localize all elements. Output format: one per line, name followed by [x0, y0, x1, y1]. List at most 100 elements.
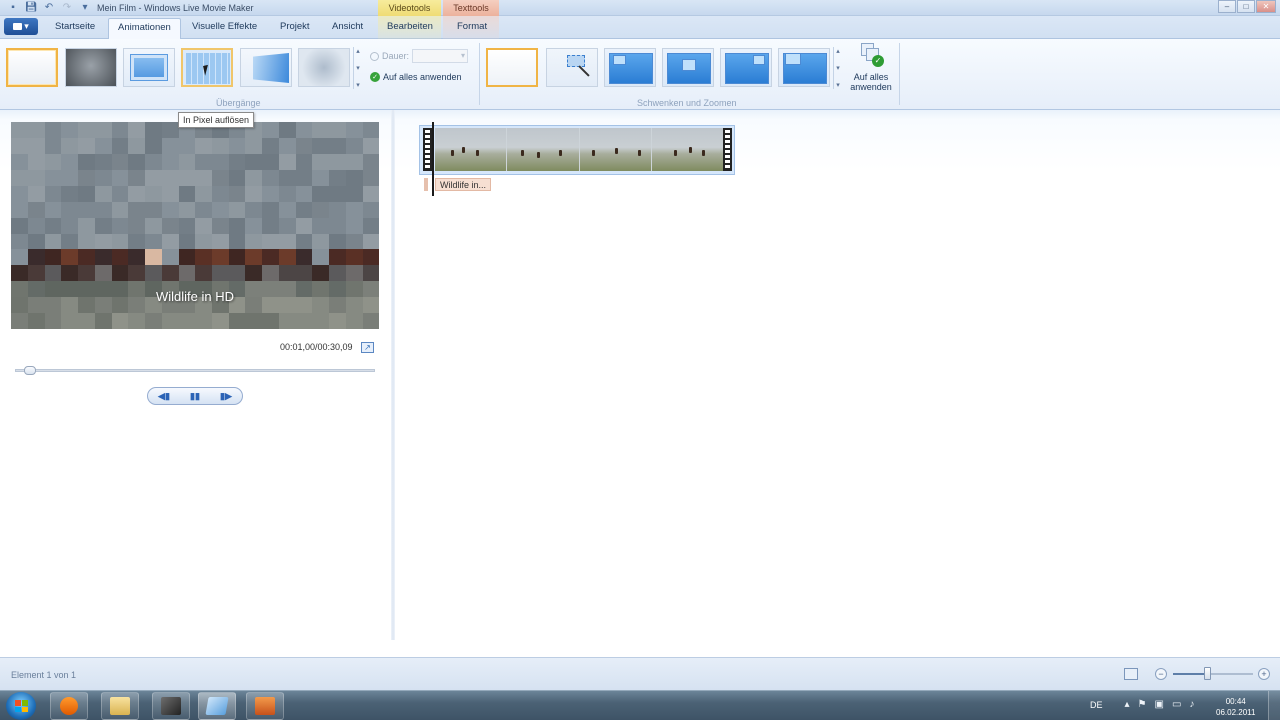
- scroll-up-icon[interactable]: ▴: [356, 47, 360, 55]
- taskbar-explorer[interactable]: [101, 692, 139, 720]
- taskbar-office[interactable]: [246, 692, 284, 720]
- video-pixel-block: [94, 201, 112, 218]
- video-pixel-block: [261, 265, 279, 282]
- printer-icon[interactable]: ▣: [1155, 699, 1164, 710]
- taskbar-movie-maker[interactable]: [152, 692, 190, 720]
- transition-page-curl[interactable]: [240, 48, 292, 87]
- video-pixel-block: [178, 137, 196, 154]
- video-pixel-block: [44, 153, 62, 170]
- video-pixel-block: [195, 313, 212, 329]
- video-pixel-block: [144, 153, 162, 170]
- show-hidden-icons[interactable]: ▴: [1125, 699, 1130, 710]
- tab-bearbeiten[interactable]: Bearbeiten: [387, 21, 433, 32]
- volume-icon[interactable]: ♪: [1189, 699, 1194, 710]
- panzoom-none[interactable]: [486, 48, 538, 87]
- clock[interactable]: 00:44 06.02.2011: [1216, 696, 1255, 718]
- seek-thumb[interactable]: [23, 366, 36, 375]
- app-icon[interactable]: ▪: [6, 1, 20, 14]
- pane-splitter[interactable]: [391, 110, 395, 640]
- caption-chip[interactable]: Wildlife in...: [435, 178, 492, 191]
- transitions-apply-all-button[interactable]: ✓ Auf alles anwenden: [370, 72, 462, 82]
- panzoom-zoom-in[interactable]: [662, 48, 714, 87]
- save-icon[interactable]: 💾︎: [24, 1, 38, 14]
- playhead[interactable]: [432, 122, 434, 196]
- video-pixel-block: [44, 217, 62, 234]
- tab-startseite[interactable]: Startseite: [55, 21, 95, 32]
- tab-visuelle-effekte[interactable]: Visuelle Effekte: [192, 21, 257, 32]
- zoom-out-button[interactable]: −: [1155, 668, 1167, 680]
- pz-gallery-more-icon[interactable]: ▾: [836, 81, 840, 89]
- minimize-button[interactable]: –: [1218, 0, 1236, 13]
- auto-panzoom-icon: [567, 55, 585, 67]
- panzoom-apply-all-button[interactable]: ✓ Auf alles anwenden: [846, 43, 896, 92]
- zoom-in-button[interactable]: +: [1258, 668, 1270, 680]
- transition-pixelate[interactable]: [181, 48, 233, 87]
- video-pixel-block: [44, 122, 62, 138]
- video-pixel-block: [245, 185, 263, 202]
- next-frame-button[interactable]: ▮▶: [220, 391, 232, 402]
- video-preview[interactable]: Wildlife in HD: [11, 122, 379, 329]
- panzoom-zoom-out[interactable]: [778, 48, 830, 87]
- panzoom-gallery-scroll[interactable]: ▴ ▾ ▾: [833, 47, 842, 89]
- video-pixel-block: [328, 265, 346, 282]
- language-indicator[interactable]: DE: [1090, 700, 1103, 710]
- panzoom-auto[interactable]: [546, 48, 598, 87]
- transition-box[interactable]: [123, 48, 175, 87]
- action-center-icon[interactable]: ⚑: [1138, 699, 1147, 710]
- panzoom-pan-right[interactable]: [720, 48, 772, 87]
- fullscreen-icon[interactable]: ↗: [361, 342, 374, 353]
- tab-ansicht[interactable]: Ansicht: [332, 21, 363, 32]
- redo-icon[interactable]: ↷: [60, 1, 74, 14]
- video-pixel-block: [228, 153, 246, 170]
- video-pixel-block: [94, 217, 112, 234]
- video-pixel-block: [278, 137, 296, 154]
- video-pixel-block: [27, 265, 45, 282]
- previous-frame-button[interactable]: ◀▮: [158, 391, 170, 402]
- app-menu-button[interactable]: ▾: [4, 18, 38, 35]
- pz-scroll-down-icon[interactable]: ▾: [836, 64, 840, 72]
- video-pixel-block: [228, 249, 246, 266]
- tab-animationen[interactable]: Animationen: [108, 18, 181, 40]
- video-pixel-block: [312, 169, 330, 186]
- taskbar-active-window[interactable]: [198, 692, 236, 720]
- video-pixel-block: [195, 249, 212, 266]
- seek-bar[interactable]: [15, 369, 375, 372]
- pause-button[interactable]: ▮▮: [190, 391, 200, 402]
- video-pixel-block: [312, 265, 330, 282]
- tab-format[interactable]: Format: [457, 21, 487, 32]
- video-pixel-block: [144, 185, 162, 202]
- video-pixel-block: [11, 122, 28, 138]
- transitions-gallery-scroll[interactable]: ▴ ▾ ▾: [353, 47, 362, 89]
- panzoom-pan-up[interactable]: [604, 48, 656, 87]
- zoom-slider-thumb[interactable]: [1203, 667, 1211, 680]
- video-pixel-block: [128, 249, 146, 266]
- pan-right-target-icon: [753, 55, 765, 65]
- close-button[interactable]: ✕: [1256, 0, 1276, 13]
- video-pixel-block: [11, 153, 28, 170]
- video-pixel-block: [278, 249, 296, 266]
- customize-qat-icon[interactable]: ▾: [78, 1, 92, 14]
- timeline-clip[interactable]: [419, 125, 735, 175]
- maximize-button[interactable]: □: [1237, 0, 1255, 13]
- transition-blur[interactable]: [298, 48, 350, 87]
- thumbnail-size-icon[interactable]: [1124, 668, 1138, 680]
- transition-none[interactable]: [6, 48, 58, 87]
- video-pixel-block: [94, 249, 112, 266]
- video-pixel-block: [144, 169, 162, 186]
- gallery-more-icon[interactable]: ▾: [356, 81, 360, 89]
- network-icon[interactable]: ▭: [1172, 699, 1181, 710]
- scroll-down-icon[interactable]: ▾: [356, 64, 360, 72]
- pz-scroll-up-icon[interactable]: ▴: [836, 47, 840, 55]
- video-pixel-block: [11, 217, 28, 234]
- taskbar-media-player[interactable]: [50, 692, 88, 720]
- tab-projekt[interactable]: Projekt: [280, 21, 310, 32]
- duration-combobox[interactable]: [412, 49, 469, 63]
- video-pixel-block: [345, 201, 363, 218]
- start-button[interactable]: [6, 692, 36, 720]
- video-pixel-block: [144, 265, 162, 282]
- show-desktop-button[interactable]: [1268, 691, 1280, 720]
- undo-icon[interactable]: ↶: [42, 1, 56, 14]
- apply-all-pages-icon: ✓: [858, 43, 884, 69]
- transition-crossfade[interactable]: [65, 48, 117, 87]
- clip-frames: [435, 128, 724, 171]
